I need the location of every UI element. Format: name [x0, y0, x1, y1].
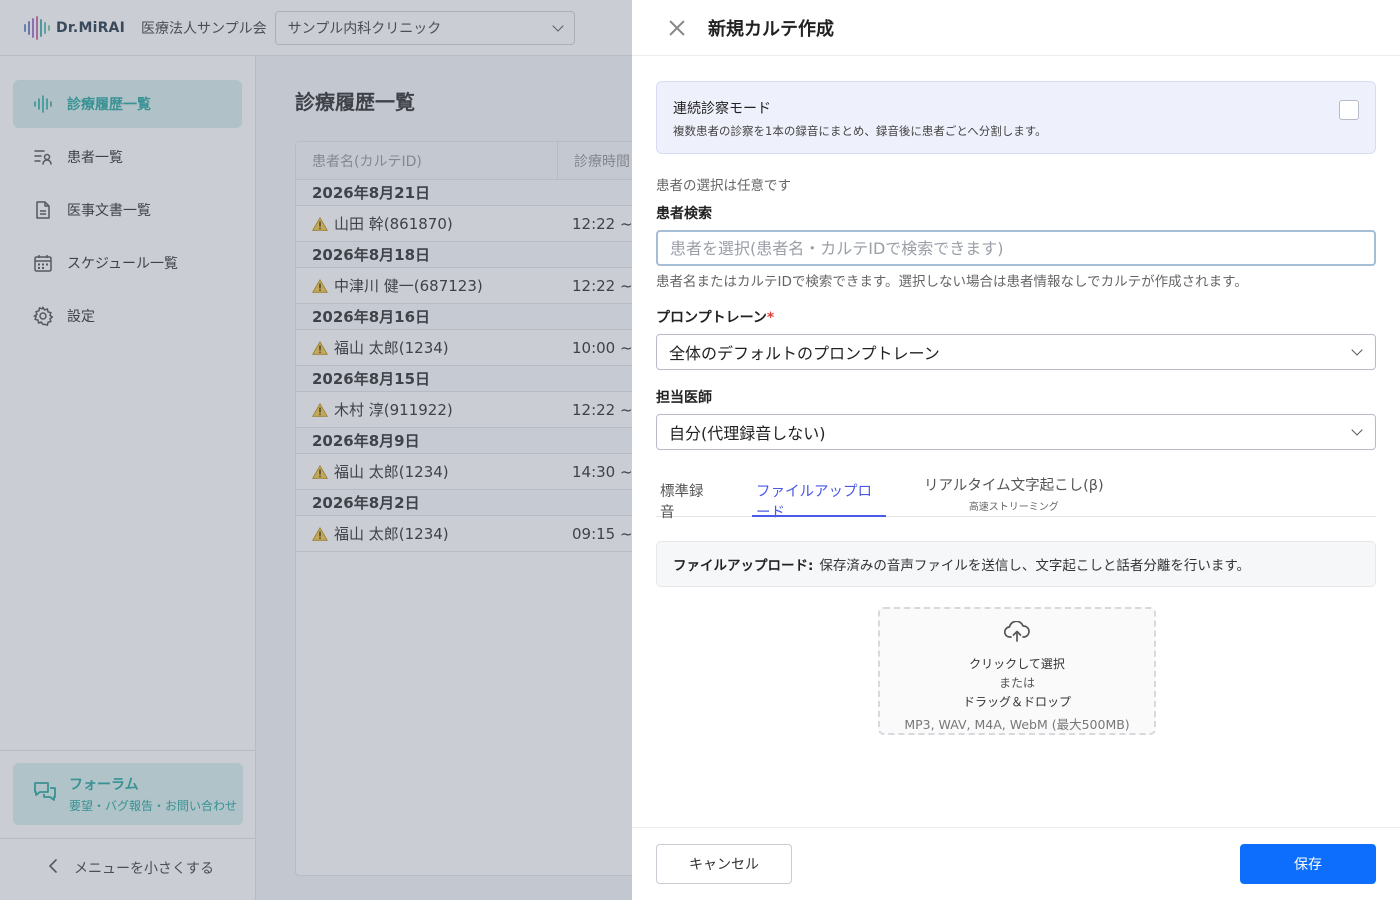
upload-info-text: 保存済みの音声ファイルを送信し、文字起こしと話者分離を行います。 [819, 558, 1251, 574]
save-button[interactable]: 保存 [1240, 844, 1376, 884]
prompt-train-label-text: プロンプトレーン [656, 310, 767, 326]
prompt-train-label: プロンプトレーン* [656, 307, 774, 327]
chevron-down-icon [1351, 344, 1363, 356]
dropzone-formats: MP3, WAV, M4A, WebM (最大500MB) [904, 717, 1130, 732]
doctor-label: 担当医師 [656, 390, 712, 406]
drawer-title: 新規カルテ作成 [708, 18, 834, 40]
dropzone-drag-text: ドラッグ＆ドロップ [962, 695, 1071, 709]
patient-search-label: 患者検索 [656, 206, 712, 222]
prompt-train-select[interactable]: 全体のデフォルトのプロンプトレーン [656, 334, 1376, 370]
tab-standard-recording[interactable]: 標準録音 [656, 468, 720, 521]
dropzone-or-text: または [998, 676, 1035, 690]
prompt-train-value: 全体のデフォルトのプロンプトレーン [669, 344, 940, 363]
recording-tabs: 標準録音 ファイルアップロード リアルタイム文字起こし(β) 高速ストリーミング [656, 468, 1376, 521]
tab-label: 標準録音 [660, 484, 704, 521]
doctor-value: 自分(代理録音しない) [669, 424, 826, 443]
file-dropzone[interactable]: クリックして選択 または ドラッグ＆ドロップ MP3, WAV, M4A, We… [878, 607, 1156, 735]
required-mark: * [766, 310, 775, 326]
chevron-down-icon [1351, 424, 1363, 436]
doctor-select[interactable]: 自分(代理録音しない) [656, 414, 1376, 450]
optional-note: 患者の選択は任意です [656, 178, 791, 194]
continuous-mode-description: 複数患者の診察を1本の録音にまとめ、録音後に患者ごとへ分割します。 [673, 124, 1047, 138]
new-chart-drawer: 新規カルテ作成 連続診察モード 複数患者の診察を1本の録音にまとめ、録音後に患者… [632, 0, 1400, 900]
tab-file-upload[interactable]: ファイルアップロード [752, 468, 886, 521]
tab-sublabel: 高速ストリーミング [968, 502, 1059, 513]
continuous-mode-checkbox[interactable] [1339, 100, 1359, 120]
close-icon[interactable] [668, 19, 686, 37]
drawer-header: 新規カルテ作成 [632, 0, 1400, 56]
continuous-mode-title: 連続診察モード [673, 101, 771, 117]
patient-search-hint: 患者名またはカルテIDで検索できます。選択しない場合は患者情報なしでカルテが作成… [656, 274, 1248, 290]
cloud-upload-icon [1003, 620, 1030, 647]
upload-info-box: ファイルアップロード: 保存済みの音声ファイルを送信し、文字起こしと話者分離を行… [656, 541, 1376, 587]
upload-info-title: ファイルアップロード: [673, 558, 814, 574]
cancel-button[interactable]: キャンセル [656, 844, 792, 884]
tab-realtime-transcription[interactable]: リアルタイム文字起こし(β) 高速ストリーミング [920, 468, 1108, 516]
continuous-mode-box[interactable]: 連続診察モード 複数患者の診察を1本の録音にまとめ、録音後に患者ごとへ分割します… [656, 81, 1376, 154]
tab-label: リアルタイム文字起こし(β) [924, 478, 1104, 494]
patient-search-input[interactable] [656, 230, 1376, 266]
dropzone-click-text: クリックして選択 [969, 657, 1065, 671]
tab-label: ファイルアップロード [756, 484, 872, 521]
drawer-footer: キャンセル 保存 [632, 827, 1400, 900]
